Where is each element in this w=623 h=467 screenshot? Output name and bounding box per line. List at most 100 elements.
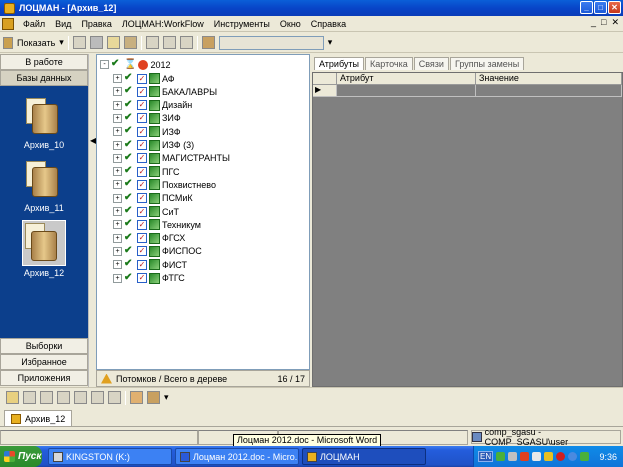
tree-item[interactable]: + ✔ ✓ ПГС (113, 165, 179, 178)
properties-icon[interactable] (108, 391, 121, 404)
open-folder-icon[interactable] (6, 391, 19, 404)
expand-icon[interactable]: + (113, 87, 122, 97)
tree-item[interactable]: + ✔ ✓ МАГИСТРАНТЫ (113, 152, 230, 165)
column-header-attribute[interactable]: Атрибут (337, 73, 476, 85)
show-button[interactable]: Показать (17, 38, 55, 48)
tree-item[interactable]: + ✔ ✓ ФГСХ (113, 232, 185, 245)
tree-item[interactable]: + ✔ ✓ БАКАЛАВРЫ (113, 85, 217, 98)
mdi-minimize-button[interactable]: _ (591, 17, 596, 28)
tab-attributes[interactable]: Атрибуты (314, 57, 365, 70)
tree-item[interactable]: + ✔ ✓ Техникум (113, 218, 201, 231)
search-combo[interactable] (218, 35, 324, 50)
bookmark-icon[interactable] (201, 36, 215, 49)
tree-item[interactable]: + ✔ ✓ Дизайн (113, 99, 192, 112)
delete-icon[interactable] (91, 391, 104, 404)
expand-icon[interactable]: + (113, 74, 122, 83)
tab-links[interactable]: Связи (413, 57, 449, 70)
tree-item[interactable]: + ✔ ✓ АФ (113, 72, 175, 85)
expand-icon[interactable]: + (113, 233, 122, 243)
show-dropdown-arrow[interactable]: ▾ (59, 37, 64, 48)
paste-icon[interactable] (179, 36, 193, 49)
expand-icon[interactable]: + (113, 246, 122, 256)
start-button[interactable]: Пуск (0, 446, 42, 467)
antivirus-icon[interactable] (520, 452, 530, 461)
new-icon[interactable] (74, 391, 87, 404)
expand-icon[interactable]: + (113, 140, 122, 150)
safely-remove-icon[interactable] (508, 452, 518, 461)
expand-icon[interactable]: + (113, 113, 122, 123)
menu-help[interactable]: Справка (306, 19, 351, 29)
expand-icon[interactable]: + (113, 180, 122, 190)
maximize-button[interactable]: □ (594, 1, 607, 14)
language-indicator[interactable]: EN (478, 451, 494, 462)
grid-row[interactable]: ▶ (313, 85, 622, 97)
expand-icon[interactable]: + (113, 167, 122, 177)
tools-icon[interactable] (130, 391, 143, 404)
grid-cell[interactable] (476, 85, 622, 97)
taskbar-item-word[interactable]: Лоцман 2012.doc - Micro... (175, 448, 299, 465)
grid-cell[interactable] (337, 85, 476, 97)
tree-root[interactable]: - ✔ ⌛ 2012 (100, 58, 170, 71)
tray-icon[interactable] (532, 452, 542, 461)
doc-icon[interactable] (23, 391, 36, 404)
tray-icon[interactable] (580, 452, 590, 461)
opera-icon[interactable] (556, 452, 566, 461)
combo-dropdown-arrow[interactable]: ▾ (328, 37, 333, 48)
splitter[interactable]: ◀ (88, 54, 96, 387)
menu-edit[interactable]: Правка (76, 19, 116, 29)
expand-icon[interactable]: + (113, 273, 122, 283)
menu-workflow[interactable]: ЛОЦМАН:WorkFlow (117, 19, 209, 29)
expand-icon[interactable]: + (113, 220, 122, 230)
applications-button[interactable]: Приложения (0, 370, 88, 386)
menu-window[interactable]: Окно (275, 19, 306, 29)
archive-item[interactable]: Архив_10 (11, 96, 77, 150)
network-icon[interactable] (496, 452, 506, 461)
mdi-close-button[interactable]: ✕ (611, 17, 619, 28)
up-arrow-icon[interactable] (101, 373, 112, 384)
tray-icon[interactable] (544, 452, 554, 461)
copy-icon[interactable] (162, 36, 176, 49)
mdi-maximize-button[interactable]: □ (601, 17, 606, 28)
tree-item[interactable]: + ✔ ✓ СиТ (113, 205, 179, 218)
delete-icon[interactable] (89, 36, 103, 49)
properties-icon[interactable] (106, 36, 120, 49)
menu-view[interactable]: Вид (50, 19, 76, 29)
menu-tools[interactable]: Инструменты (209, 19, 275, 29)
tray-icon[interactable] (568, 452, 578, 461)
tree-item[interactable]: + ✔ ✓ ИЗФ (3) (113, 139, 194, 152)
in-work-button[interactable]: В работе (0, 54, 88, 70)
tree-item[interactable]: + ✔ ✓ Похвистнево (113, 178, 216, 191)
taskbar-item-lotsman[interactable]: ЛОЦМАН (302, 448, 426, 465)
column-header-value[interactable]: Значение (476, 73, 622, 85)
tree-item[interactable]: + ✔ ✓ ФТГС (113, 272, 185, 285)
tools-icon[interactable] (123, 36, 137, 49)
document-tab[interactable]: Архив_12 (4, 410, 73, 426)
menu-file[interactable]: Файл (18, 19, 50, 29)
taskbar-item-kingston[interactable]: KINGSTON (K:) (48, 448, 172, 465)
expand-icon[interactable]: + (113, 127, 122, 137)
selections-button[interactable]: Выборки (0, 338, 88, 354)
attributes-grid[interactable]: Атрибут Значение ▶ (312, 72, 623, 387)
favorites-button[interactable]: Избранное (0, 354, 88, 370)
system-menu-icon[interactable] (2, 17, 14, 30)
tree-item[interactable]: + ✔ ✓ ФИСПОС (113, 245, 202, 258)
tree-item[interactable]: + ✔ ✓ ИЗФ (113, 125, 181, 138)
doc-icon[interactable] (57, 391, 70, 404)
collapse-icon[interactable]: - (100, 60, 109, 69)
expand-icon[interactable]: + (113, 193, 122, 203)
package-icon[interactable] (147, 391, 160, 404)
expand-icon[interactable]: + (113, 100, 122, 110)
dropdown-arrow[interactable]: ▾ (164, 392, 169, 403)
cut-icon[interactable] (145, 36, 159, 49)
minimize-button[interactable]: _ (580, 1, 593, 14)
tree-item[interactable]: + ✔ ✓ ЗИФ (113, 112, 181, 125)
new-icon[interactable] (72, 36, 86, 49)
databases-button[interactable]: Базы данных (0, 70, 88, 86)
tab-replacement-groups[interactable]: Группы замены (449, 57, 525, 70)
expand-icon[interactable]: + (113, 207, 122, 216)
archive-item[interactable]: Архив_11 (11, 159, 77, 213)
doc-icon[interactable] (40, 391, 53, 404)
archive-item-selected[interactable]: Архив_12 (11, 220, 77, 278)
tree-item[interactable]: + ✔ ✓ ПСМиК (113, 192, 193, 205)
expand-icon[interactable]: + (113, 260, 122, 270)
